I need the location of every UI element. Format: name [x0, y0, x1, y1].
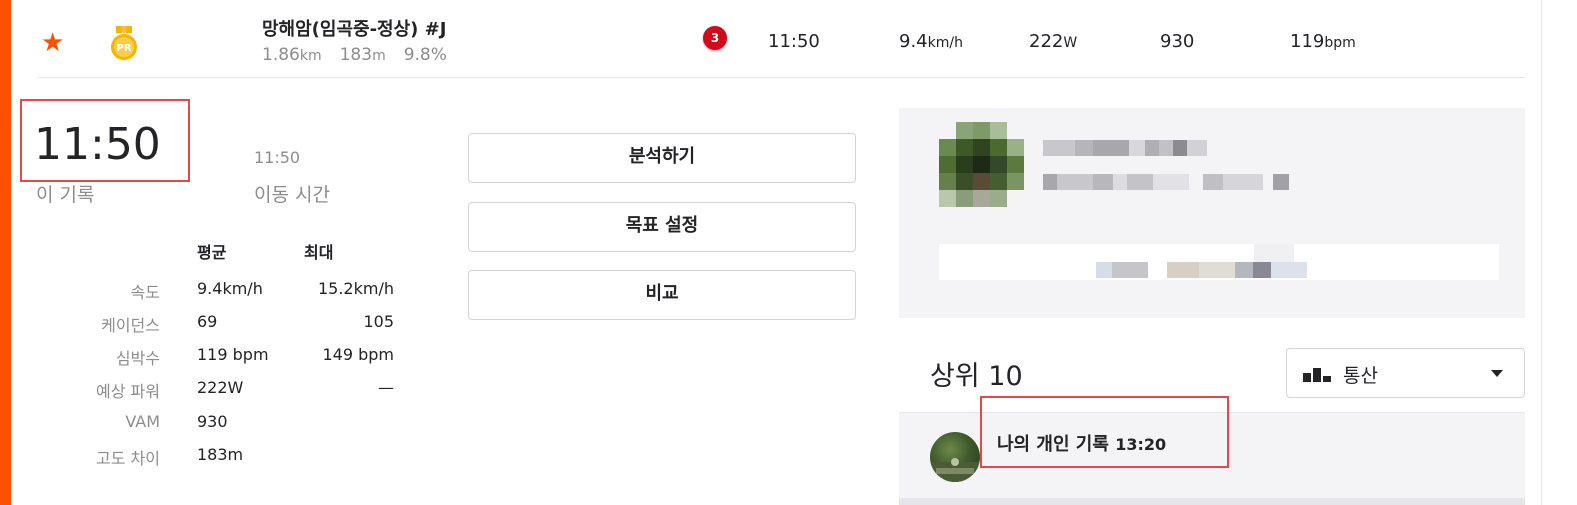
- segment-grade: 9.8%: [403, 45, 447, 65]
- segment-speed-unit: km/h: [927, 35, 963, 51]
- segment-time: 11:50: [768, 31, 820, 52]
- segment-name[interactable]: 망해암(임곡중-정상) #J: [262, 15, 446, 41]
- stats-header-avg: 평균: [197, 243, 227, 262]
- row-divider: [38, 77, 1525, 78]
- segment-heart-rate-value: 119: [1290, 31, 1325, 52]
- moving-time-label: 이동 시간: [254, 184, 330, 206]
- set-goal-button[interactable]: 목표 설정: [468, 202, 856, 252]
- segment-elevation-unit: m: [372, 48, 386, 64]
- top10-title: 상위 10: [930, 361, 1023, 392]
- star-icon[interactable]: ★: [41, 30, 64, 56]
- segment-distance: 1.86: [262, 45, 300, 65]
- segment-power-value: 222: [1029, 31, 1064, 52]
- stat-label: 고도 차이: [96, 449, 160, 468]
- stat-avg: 183m: [197, 445, 244, 464]
- stat-label: VAM: [125, 412, 160, 431]
- highlight-box: [980, 396, 1229, 468]
- compare-button[interactable]: 비교: [468, 270, 856, 320]
- stat-label: 심박수: [115, 349, 160, 368]
- pr-medal-icon: PR: [108, 26, 140, 62]
- leaderboard-row-divider: [899, 498, 1525, 505]
- stat-avg: 9.4km/h: [197, 279, 263, 298]
- athlete-card: [899, 108, 1525, 318]
- stat-label: 케이던스: [101, 316, 160, 335]
- leaderboard-filter-dropdown[interactable]: 통산: [1286, 348, 1525, 398]
- leaderboard-filter-label: 통산: [1343, 365, 1378, 387]
- athlete-name-redacted: [1043, 140, 1223, 156]
- bar-chart-icon: [1303, 367, 1331, 382]
- stats-header-max: 최대: [304, 243, 334, 262]
- athlete-info-redacted: [1043, 174, 1308, 190]
- stat-max: 105: [363, 312, 394, 331]
- athlete-stats-redacted: [939, 244, 1499, 280]
- segment-distance-unit: km: [299, 48, 322, 64]
- stat-max: 149 bpm: [322, 345, 394, 364]
- segment-elevation: 183: [339, 45, 373, 65]
- analyze-button[interactable]: 분석하기: [468, 133, 856, 183]
- pr-medal-text: PR: [116, 43, 131, 54]
- segment-heart-rate-unit: bpm: [1324, 35, 1356, 51]
- segment-speed-value: 9.4: [899, 31, 928, 52]
- scroll-track: [1541, 0, 1542, 505]
- rank-badge: 3: [703, 26, 727, 50]
- moving-time: 11:50: [254, 148, 301, 167]
- stat-label: 속도: [130, 283, 160, 302]
- stat-avg: 119 bpm: [197, 345, 269, 364]
- elapsed-time-label: 이 기록: [36, 184, 95, 206]
- segment-power: 222W: [1029, 31, 1077, 52]
- segment-power-unit: W: [1063, 35, 1078, 51]
- segment-vam: 930: [1160, 31, 1195, 52]
- stat-avg: 69: [197, 312, 218, 331]
- athlete-photo-redacted: [939, 122, 1027, 212]
- chevron-down-icon: [1491, 370, 1503, 377]
- segment-heart-rate: 119bpm: [1290, 31, 1356, 52]
- stat-avg: 930: [197, 412, 228, 431]
- avatar[interactable]: [930, 432, 980, 482]
- stat-max: —: [378, 378, 394, 397]
- stat-avg: 222W: [197, 378, 244, 397]
- stat-label: 예상 파워: [96, 382, 160, 401]
- segment-speed: 9.4km/h: [899, 31, 963, 52]
- highlight-box: [20, 99, 190, 182]
- segment-stats: 1.86km 183m 9.8%: [262, 45, 447, 65]
- stat-max: 15.2km/h: [317, 279, 394, 298]
